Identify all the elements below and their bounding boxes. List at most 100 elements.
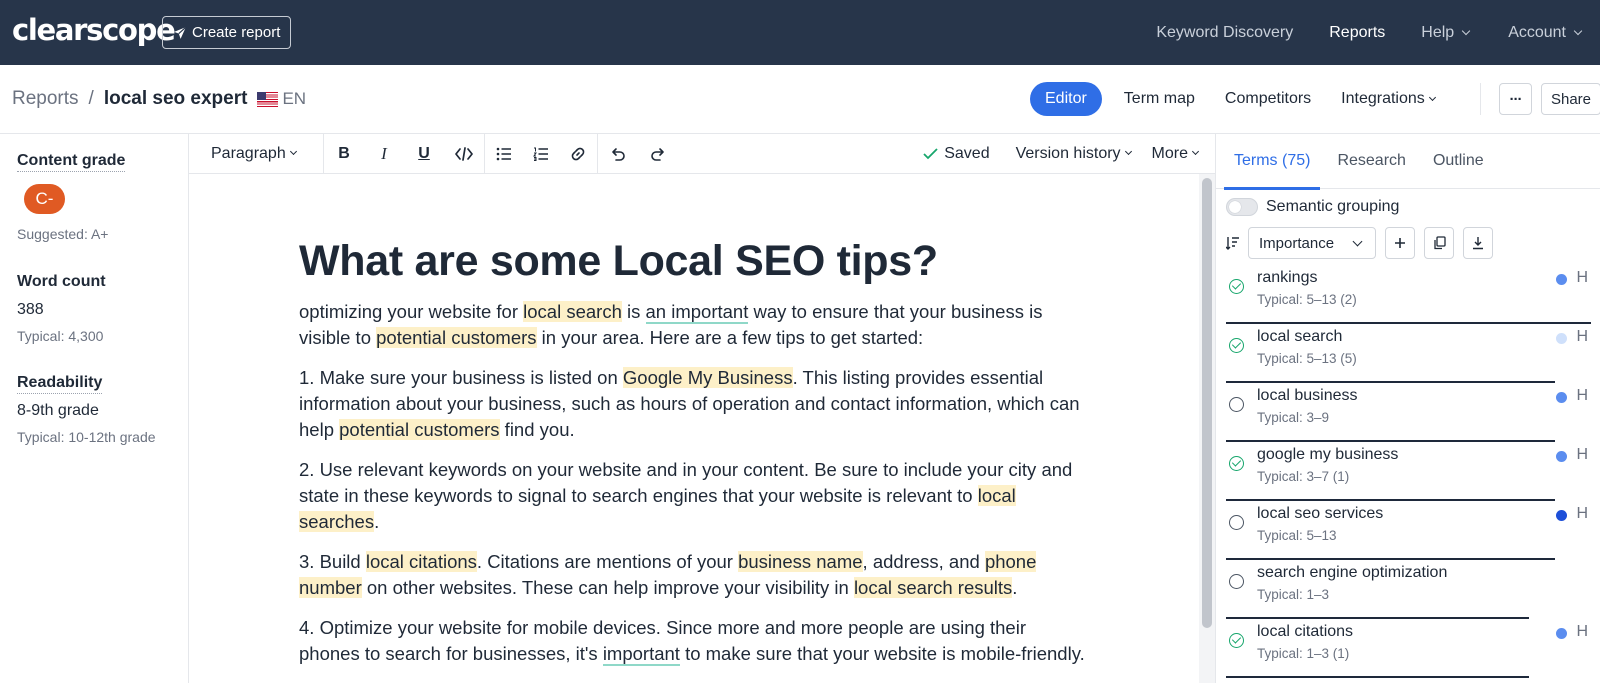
more-dropdown[interactable]: More [1152,145,1201,163]
numbered-list-button[interactable] [522,134,559,173]
word-count-label: Word count [17,273,106,290]
code-button[interactable] [444,134,484,173]
term-highlight: Google My Business [622,367,793,389]
add-term-button[interactable] [1385,227,1415,259]
copy-terms-button[interactable] [1424,227,1454,259]
term-row[interactable]: google my business Typical: 3–7 (1) H [1226,444,1591,503]
check-circle-icon [1229,338,1244,353]
undo-button[interactable] [598,134,638,173]
heading-indicator: H [1576,387,1588,404]
nav-account[interactable]: Account [1508,24,1584,42]
clearscope-logo[interactable]: clearscope [12,13,176,47]
stats-sidebar: Content grade C- Suggested: A+ Word coun… [0,134,189,683]
term-name: local seo services [1257,505,1384,522]
term-row[interactable]: search engine optimization Typical: 1–3 [1226,562,1591,621]
terms-list: rankings Typical: 5–13 (2) Hlocal search Ty… [1226,267,1591,680]
tab-terms[interactable]: Terms (75) [1223,134,1321,190]
empty-circle-icon [1229,574,1244,589]
readability-label[interactable]: Readability [17,374,103,394]
bold-icon: B [338,144,350,162]
tab-editor[interactable]: Editor [1030,82,1102,116]
empty-circle-icon [1229,515,1244,530]
paragraph-2[interactable]: 1. Make sure your business is listed on … [299,365,1089,443]
nav-reports[interactable]: Reports [1329,24,1385,42]
bullet-list-button[interactable] [485,134,522,173]
italic-button[interactable]: I [364,134,404,173]
readability-section: Readability 8-9th grade Typical: 10-12th… [17,374,156,445]
term-progress-bar [1226,616,1529,619]
top-nav-menu: Keyword Discovery Reports Help Account [1156,0,1600,65]
sort-row: Importance [1226,227,1493,259]
term-name: search engine optimization [1257,564,1448,581]
version-history-dropdown[interactable]: Version history [1016,145,1134,163]
paragraph-1[interactable]: optimizing your website for local search… [299,299,1089,351]
saved-status: Saved [923,144,990,163]
term-typical: Typical: 5–13 [1257,528,1337,543]
nav-account-label: Account [1508,23,1566,41]
term-row[interactable]: local citations Typical: 1–3 (1) H [1226,621,1591,680]
numbered-list-icon [533,147,548,161]
copy-icon [1433,236,1446,250]
nav-help[interactable]: Help [1421,24,1472,42]
chevron-down-icon [1124,147,1132,156]
check-circle-icon [1229,279,1244,294]
ellipsis-icon: ··· [1509,90,1523,108]
term-typical: Typical: 5–13 (2) [1257,292,1357,307]
term-highlight: business name [738,551,863,573]
bold-button[interactable]: B [324,134,364,173]
document-title[interactable]: What are some Local SEO tips? [299,237,1089,285]
term-row[interactable]: local search Typical: 5–13 (5) H [1226,326,1591,385]
tab-integrations[interactable]: Integrations [1341,90,1438,108]
breadcrumb-reports-link[interactable]: Reports [12,88,79,110]
more-options-button[interactable]: ··· [1499,83,1532,115]
more-label: More [1151,144,1188,162]
paragraph-3[interactable]: 2. Use relevant keywords on your website… [299,457,1089,535]
view-tabs: Editor Term map Competitors Integrations [1030,82,1468,116]
term-progress-bar [1226,675,1529,678]
text: is [621,301,646,323]
tab-outline[interactable]: Outline [1433,134,1484,189]
tab-competitors[interactable]: Competitors [1225,90,1311,108]
create-report-button[interactable]: Create report [162,16,292,49]
tab-research[interactable]: Research [1337,134,1405,189]
text: find you. [499,419,575,441]
redo-button[interactable] [638,134,678,173]
download-icon [1473,237,1483,250]
paragraph-5[interactable]: 4. Optimize your website for mobile devi… [299,615,1089,667]
chevron-down-icon [1191,147,1200,156]
text: 2. Use relevant keywords on your website… [299,459,1073,507]
underline-icon: U [418,144,430,162]
term-name: local business [1257,387,1358,404]
chevron-down-icon [1352,236,1363,246]
plus-icon [1395,238,1405,248]
document-editor[interactable]: What are some Local SEO tips? optimizing… [189,174,1199,683]
term-row[interactable]: local seo services Typical: 5–13 H [1226,503,1591,562]
heading-indicator: H [1576,505,1588,522]
paragraph-4[interactable]: 3. Build local citations. Citations are … [299,549,1089,601]
term-row[interactable]: local business Typical: 3–9 H [1226,385,1591,444]
content-grade-label[interactable]: Content grade [17,152,126,172]
saved-label: Saved [944,144,990,162]
italic-icon: I [381,143,387,163]
heading-indicator: H [1576,623,1588,640]
sort-select[interactable]: Importance [1248,227,1376,259]
sort-icon[interactable] [1226,236,1240,250]
download-terms-button[interactable] [1463,227,1493,259]
tab-term-map[interactable]: Term map [1124,90,1195,108]
term-typical: Typical: 3–7 (1) [1257,469,1350,484]
toolbar-right: Saved Version history More [923,134,1201,173]
scrollbar-thumb[interactable] [1202,178,1212,628]
share-button[interactable]: Share [1541,83,1600,115]
paragraph-style-dropdown[interactable]: Paragraph [189,145,321,163]
chevron-down-icon [1461,26,1471,35]
underline-button[interactable]: U [404,134,444,173]
term-row[interactable]: rankings Typical: 5–13 (2) H [1226,267,1591,326]
text: in your area. Here are a few tips to get… [536,327,924,349]
nav-keyword-discovery[interactable]: Keyword Discovery [1156,24,1293,42]
document-content[interactable]: What are some Local SEO tips? optimizing… [299,237,1089,681]
editor-scrollbar[interactable] [1199,174,1215,683]
semantic-grouping-toggle[interactable] [1226,198,1258,216]
link-button[interactable] [560,134,597,173]
term-highlight: local search results [853,577,1013,599]
paper-plane-icon [174,26,187,39]
